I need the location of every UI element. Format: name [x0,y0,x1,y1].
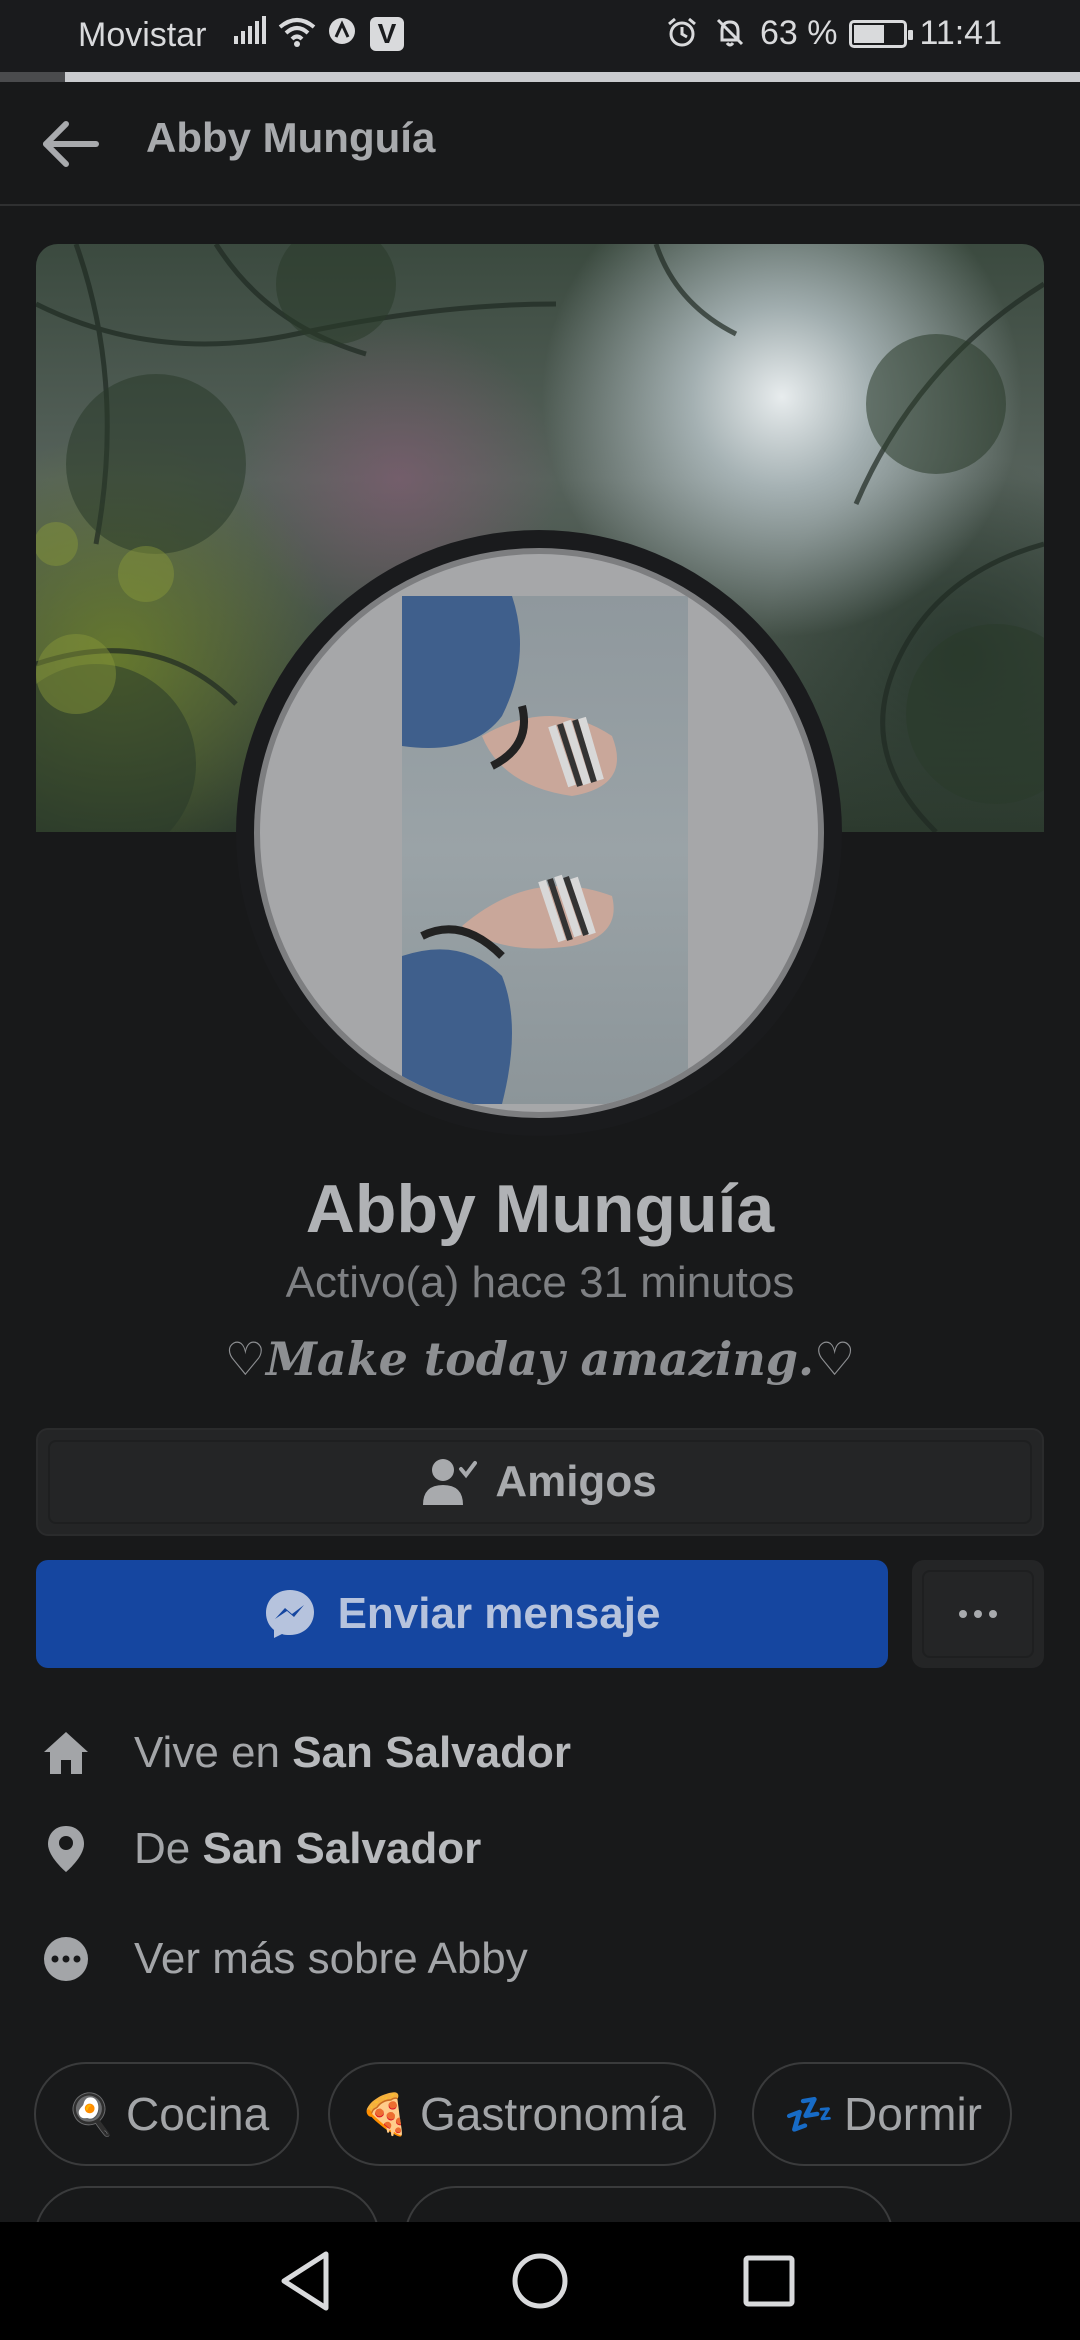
frying-pan-icon: 🍳 [66,2092,116,2137]
recents-square-icon[interactable] [732,2244,806,2318]
signal-icon [232,16,268,52]
interest-chip-dormir[interactable]: 💤 Dormir [752,2062,1012,2166]
more-button-border [922,1570,1034,1658]
status-left-icons: V [232,16,404,52]
page-load-progress-fill [0,72,65,82]
avatar[interactable] [254,548,824,1118]
from-prefix: De [134,1824,203,1873]
system-navigation-bar [0,2222,1080,2340]
from-text: De San Salvador [134,1824,481,1874]
lives-in-city[interactable]: San Salvador [292,1728,571,1777]
from-city[interactable]: San Salvador [202,1824,481,1873]
arrow-left-icon [43,121,99,167]
more-options-button[interactable] [912,1560,1044,1668]
send-message-button[interactable]: Enviar mensaje [36,1560,888,1668]
avatar-photo [402,596,688,1104]
see-more-about-row[interactable]: Ver más sobre Abby [36,1924,1044,1994]
clock: 11:41 [919,14,1002,52]
home-icon [36,1723,96,1783]
app-v-icon: V [370,17,404,51]
home-circle-icon[interactable] [503,2244,577,2318]
alarm-icon [664,16,700,52]
info-lives-in: Vive en San Salvador [36,1718,1044,1788]
data-saver-icon [324,16,360,52]
interest-label: Gastronomía [420,2088,686,2140]
location-pin-icon [36,1819,96,1879]
header-title: Abby Munguía [146,114,436,161]
top-app-bar: Abby Munguía [0,82,1080,206]
pizza-icon: 🍕 [360,2092,410,2137]
friends-label: Amigos [495,1457,657,1506]
messenger-icon [265,1590,314,1638]
back-button[interactable] [36,112,106,176]
see-more-about-label: Ver más sobre Abby [134,1934,528,1983]
profile-name: Abby Munguía [305,1171,775,1247]
friends-button[interactable]: Amigos [36,1428,1044,1536]
battery-level-fill [854,24,885,43]
back-triangle-icon[interactable] [270,2244,344,2318]
battery-icon [849,19,914,48]
interest-label: Cocina [126,2088,270,2140]
bell-off-icon [712,16,748,52]
interest-chip-gastronomia[interactable]: 🍕 Gastronomía [328,2062,716,2166]
interest-label: Dormir [844,2088,982,2140]
profile-bio: ♡𝑴𝒂𝒌𝒆 𝒕𝒐𝒅𝒂𝒚 𝒂𝒎𝒂𝒛𝒊𝒏𝒈.♡ [224,1332,856,1386]
interest-chip-cocina[interactable]: 🍳 Cocina [34,2062,300,2166]
lives-in-prefix: Vive en [134,1728,293,1777]
ellipsis-circle-icon [36,1929,96,1989]
active-status: Activo(a) hace 31 minutos [285,1258,795,1307]
wifi-icon [278,16,316,52]
status-bar: Movistar V 63 % 11:41 [0,0,1080,72]
sleep-zzz-icon: 💤 [784,2092,834,2137]
battery-percent: 63 % [759,14,838,52]
send-message-label: Enviar mensaje [337,1589,661,1638]
profile-screen: Movistar V 63 % 11:41 Abby Munguía Abby … [0,0,1080,2340]
info-from: De San Salvador [36,1814,1044,1884]
status-right-icons: 63 % 11:41 [664,14,1002,53]
carrier-name: Movistar [78,16,207,54]
friend-check-icon [423,1459,478,1505]
page-load-progress [0,72,1080,82]
lives-in-text: Vive en San Salvador [134,1728,571,1778]
